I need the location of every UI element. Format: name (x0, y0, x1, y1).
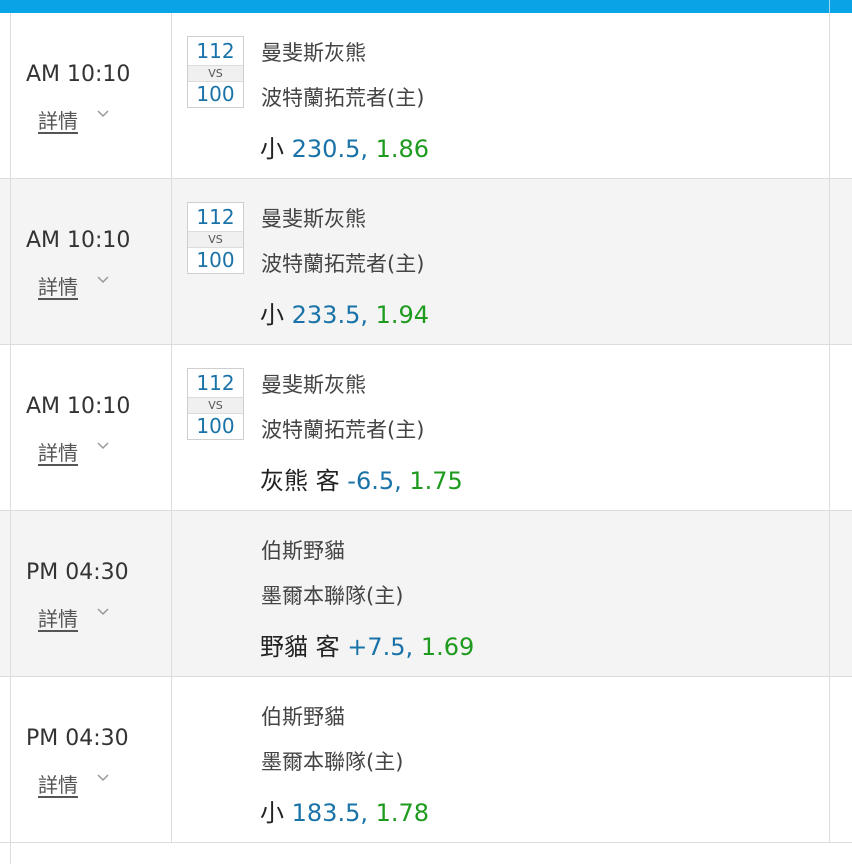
details-link[interactable]: 詳情 (38, 603, 78, 632)
row-border-left (10, 511, 11, 676)
bet-info: 小 183.5, 1.78 (260, 793, 429, 828)
bet-info: 小 233.5, 1.94 (260, 295, 429, 330)
row-divider (171, 345, 172, 510)
score-home: 100 (196, 82, 235, 106)
bet-line: -6.5, (347, 467, 402, 495)
vs-label: VS (188, 65, 243, 82)
header-bar (0, 0, 852, 13)
bet-pick: 野貓 客 (260, 633, 340, 661)
bet-odds: 1.94 (375, 301, 430, 329)
team-home: 墨爾本聯隊(主) (261, 750, 404, 774)
row-border-right (829, 511, 830, 676)
match-list: AM 10:10 詳情 112 VS 100 曼斐斯灰熊 波特蘭拓荒者(主) 小… (0, 13, 852, 843)
details-link[interactable]: 詳情 (38, 437, 78, 466)
vs-label: VS (188, 231, 243, 248)
chevron-down-icon[interactable] (97, 774, 109, 782)
row-border-left (10, 13, 11, 178)
bet-info: 野貓 客 +7.5, 1.69 (260, 627, 474, 662)
team-away: 曼斐斯灰熊 (261, 207, 366, 231)
match-row: AM 10:10 詳情 112 VS 100 曼斐斯灰熊 波特蘭拓荒者(主) 小… (0, 13, 852, 179)
score-away: 112 (196, 205, 235, 229)
row-border-left (10, 677, 11, 842)
bet-odds: 1.75 (409, 467, 463, 495)
row-border-right (829, 13, 830, 178)
match-row: AM 10:10 詳情 112 VS 100 曼斐斯灰熊 波特蘭拓荒者(主) 小… (0, 179, 852, 345)
score-away: 112 (196, 39, 235, 63)
bet-info: 灰熊 客 -6.5, 1.75 (260, 461, 463, 496)
row-border-right (829, 677, 830, 842)
list-border-bottom (10, 843, 11, 864)
row-border-right (829, 179, 830, 344)
bet-pick: 小 (260, 799, 284, 827)
team-home: 波特蘭拓荒者(主) (261, 418, 425, 442)
team-home: 波特蘭拓荒者(主) (261, 252, 425, 276)
row-divider (171, 677, 172, 842)
match-row: AM 10:10 詳情 112 VS 100 曼斐斯灰熊 波特蘭拓荒者(主) 灰… (0, 345, 852, 511)
team-away: 伯斯野貓 (261, 539, 345, 563)
row-border-left (10, 179, 11, 344)
row-border-right (829, 345, 830, 510)
bet-line: 233.5, (291, 301, 368, 329)
team-away: 伯斯野貓 (261, 705, 345, 729)
match-time: PM 04:30 (26, 560, 129, 585)
row-divider (171, 13, 172, 178)
bet-odds: 1.69 (420, 633, 475, 661)
header-divider (829, 0, 830, 13)
match-time: AM 10:10 (26, 62, 131, 87)
match-time: AM 10:10 (26, 394, 131, 419)
details-link[interactable]: 詳情 (38, 105, 78, 134)
team-home: 波特蘭拓荒者(主) (261, 86, 425, 110)
team-away: 曼斐斯灰熊 (261, 41, 366, 65)
bet-odds: 1.86 (375, 135, 430, 163)
team-home: 墨爾本聯隊(主) (261, 584, 404, 608)
score-home: 100 (196, 248, 235, 272)
row-divider (171, 511, 172, 676)
chevron-down-icon[interactable] (97, 110, 109, 118)
score-box: 112 VS 100 (187, 202, 244, 274)
score-box: 112 VS 100 (187, 36, 244, 108)
row-divider (171, 179, 172, 344)
bet-pick: 小 (260, 301, 284, 329)
score-home: 100 (196, 414, 235, 438)
chevron-down-icon[interactable] (97, 442, 109, 450)
details-link[interactable]: 詳情 (38, 271, 78, 300)
details-link[interactable]: 詳情 (38, 769, 78, 798)
score-away: 112 (196, 371, 235, 395)
score-box: 112 VS 100 (187, 368, 244, 440)
chevron-down-icon[interactable] (97, 276, 109, 284)
match-time: PM 04:30 (26, 726, 129, 751)
row-border-left (10, 345, 11, 510)
vs-label: VS (188, 397, 243, 414)
bet-info: 小 230.5, 1.86 (260, 129, 429, 164)
match-time: AM 10:10 (26, 228, 131, 253)
match-row: PM 04:30 詳情 伯斯野貓 墨爾本聯隊(主) 小 183.5, 1.78 (0, 677, 852, 843)
bet-line: +7.5, (347, 633, 414, 661)
bet-odds: 1.78 (375, 799, 430, 827)
bet-line: 230.5, (291, 135, 368, 163)
bet-pick: 灰熊 客 (260, 467, 340, 495)
chevron-down-icon[interactable] (97, 608, 109, 616)
bet-pick: 小 (260, 135, 284, 163)
match-row: PM 04:30 詳情 伯斯野貓 墨爾本聯隊(主) 野貓 客 +7.5, 1.6… (0, 511, 852, 677)
bet-line: 183.5, (291, 799, 368, 827)
team-away: 曼斐斯灰熊 (261, 373, 366, 397)
